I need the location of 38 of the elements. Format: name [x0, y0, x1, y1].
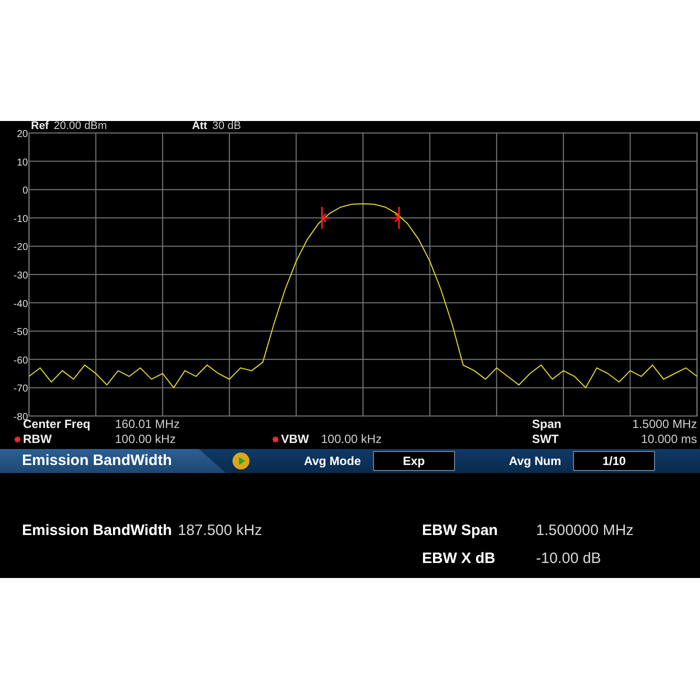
result-label: EBW X dB	[422, 550, 496, 569]
result-value: 187.500 kHz	[178, 522, 262, 541]
field-label: Avg Num	[508, 454, 562, 468]
value-field[interactable]: 1/10	[573, 451, 656, 471]
axis-tick-label: -30	[14, 270, 28, 282]
setting-value: 160.01 MHz	[115, 417, 180, 432]
result-value: -10.00 dB	[536, 550, 602, 569]
ref-label: Ref	[31, 121, 49, 132]
setting-value: 100.00 kHz	[115, 432, 176, 447]
axis-tick-label: -40	[14, 298, 28, 310]
setting-label: VBW	[281, 432, 310, 447]
setting-value: 1.5000 MHz	[632, 417, 697, 432]
value-field[interactable]: Exp	[372, 451, 455, 471]
mode-tab[interactable]: Emission BandWidth	[0, 449, 226, 473]
setting-label: RBW	[23, 432, 53, 447]
result-label: Emission BandWidth	[22, 522, 172, 541]
axis-tick-label: -60	[14, 355, 28, 366]
marker-icon	[321, 206, 331, 229]
axis-tick-label: 10	[16, 157, 28, 168]
ref-value: 20.00 dBm	[54, 121, 107, 132]
result-label: EBW Span	[422, 522, 499, 541]
axis-tick-label: -10	[14, 214, 28, 225]
axis-tick-label: -20	[14, 242, 28, 254]
field-label: Avg Mode	[304, 454, 361, 468]
axis-tick-label: -70	[14, 384, 28, 395]
att-label: Att	[192, 121, 208, 132]
setting-label: SWT	[532, 432, 560, 447]
marker-icon	[390, 206, 400, 229]
axis-tick-label: -50	[14, 327, 28, 338]
result-value: 1.500000 MHz	[536, 522, 634, 541]
setting-value: 10.000 ms	[640, 432, 697, 447]
axis-tick-label: 0	[22, 186, 28, 197]
axis-tick-label: 20	[16, 129, 28, 140]
setting-label: Span	[532, 417, 562, 432]
setting-value: 100.00 kHz	[321, 432, 382, 447]
play-icon[interactable]	[232, 452, 250, 470]
att-value: 30 dB	[212, 121, 241, 132]
axis-tick-label: -80	[14, 412, 28, 422]
